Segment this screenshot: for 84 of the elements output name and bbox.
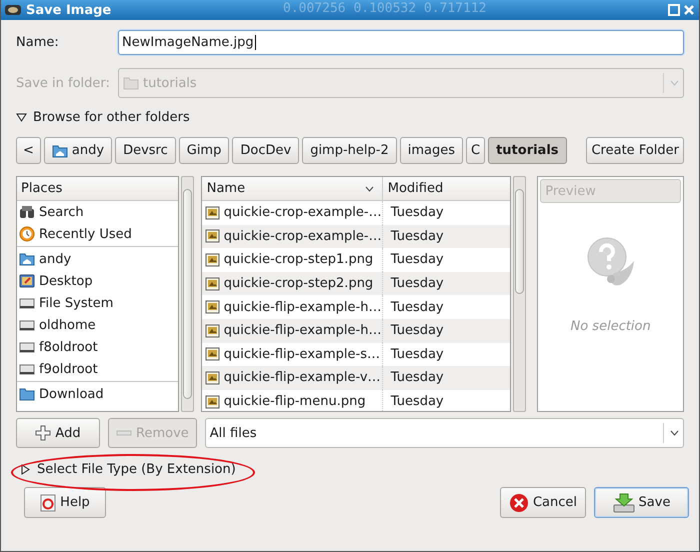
places-item[interactable]: andy	[17, 248, 178, 270]
binoculars-icon	[19, 205, 35, 219]
places-item[interactable]: Search	[17, 201, 178, 223]
places-item[interactable]: Recently Used	[17, 223, 178, 245]
scrollbar[interactable]	[513, 176, 526, 412]
file-name[interactable]: quickie-flip-example-h…	[224, 323, 382, 338]
image-file-icon	[204, 370, 220, 385]
help-button[interactable]: Help	[24, 487, 106, 518]
places-item[interactable]: f8oldroot	[17, 336, 178, 358]
scrollbar[interactable]	[180, 176, 194, 412]
save-button[interactable]: Save	[594, 487, 689, 518]
plus-icon	[35, 425, 52, 441]
minus-icon	[116, 430, 132, 436]
path-button[interactable]: tutorials	[488, 137, 567, 164]
background-window-text: 0.007256 0.100532 0.717112	[283, 1, 486, 16]
path-button[interactable]: andy	[44, 137, 112, 164]
window-title: Save Image	[26, 2, 112, 18]
file-name[interactable]: quickie-flip-example-s…	[224, 346, 380, 362]
file-filter-dropdown[interactable]: All files	[204, 418, 684, 448]
image-file-icon	[204, 300, 220, 314]
drive-icon	[19, 318, 35, 332]
image-file-icon	[204, 276, 220, 291]
places-item[interactable]: oldhome	[17, 314, 178, 336]
modified-cell: Tuesday	[382, 390, 444, 411]
cancel-icon	[508, 492, 529, 512]
folder-icon	[123, 76, 139, 90]
image-file-icon	[204, 252, 220, 267]
chevron-down-icon	[670, 80, 679, 86]
path-button[interactable]: Devsrc	[115, 137, 176, 164]
modified-cell: Tuesday	[382, 318, 444, 343]
desktop-icon	[19, 273, 35, 289]
modified-cell: Tuesday	[382, 224, 444, 248]
save-in-folder-label: Save in folder:	[16, 76, 111, 90]
name-field[interactable]: NewImageName.jpg	[118, 30, 684, 55]
maximize-icon[interactable]	[668, 4, 680, 16]
name-label: Name:	[16, 35, 60, 50]
places-item[interactable]: File System	[17, 292, 178, 314]
close-icon[interactable]	[683, 4, 695, 16]
save-drive-icon	[612, 492, 635, 512]
preview-header: Preview	[540, 179, 682, 203]
file-type-expander[interactable]: Select File Type (By Extension)	[20, 462, 236, 477]
file-name[interactable]: quickie-flip-example-v…	[224, 370, 381, 386]
app-icon	[5, 4, 21, 16]
path-button[interactable]: gimp-help-2	[302, 137, 397, 164]
folder-home-icon	[52, 144, 68, 158]
file-name[interactable]: quickie-crop-example-…	[224, 228, 382, 244]
places-item[interactable]: Download	[17, 383, 178, 405]
path-button[interactable]: DocDev	[232, 137, 300, 164]
add-button[interactable]: Add	[16, 418, 100, 448]
file-name[interactable]: quickie-crop-step1.png	[224, 252, 374, 268]
places-item[interactable]: Desktop	[17, 270, 178, 292]
image-file-icon	[204, 324, 220, 338]
folder-icon	[19, 387, 35, 401]
file-name[interactable]: quickie-crop-step2.png	[224, 276, 374, 292]
places-item[interactable]: f9oldroot	[17, 358, 178, 380]
modified-column-header[interactable]: Modified	[382, 177, 510, 200]
cancel-button[interactable]: Cancel	[500, 487, 586, 518]
triangle-down-icon	[16, 112, 27, 123]
path-button[interactable]: Gimp	[178, 137, 230, 164]
drive-icon	[19, 340, 35, 354]
modified-cell: Tuesday	[382, 272, 444, 296]
image-file-icon	[204, 394, 220, 409]
path-button[interactable]: images	[400, 137, 463, 164]
folder-home-icon	[19, 252, 35, 266]
file-name[interactable]: quickie-crop-example-…	[224, 205, 382, 220]
triangle-right-icon	[20, 464, 31, 475]
create-folder-button[interactable]: Create Folder	[586, 137, 684, 164]
drive-icon	[19, 362, 35, 376]
image-file-icon	[204, 347, 220, 362]
back-button[interactable]: <	[16, 137, 41, 164]
name-column-label: Name	[206, 181, 246, 196]
drive-icon	[19, 296, 35, 310]
modified-cell: Tuesday	[382, 366, 444, 390]
image-file-icon	[204, 206, 220, 220]
file-name[interactable]: quickie-flip-menu.png	[224, 394, 366, 410]
path-button[interactable]: C	[466, 137, 486, 164]
chevron-down-icon	[670, 430, 679, 436]
places-header[interactable]: Places	[17, 177, 178, 201]
help-book-icon	[40, 494, 56, 512]
browse-folders-expander[interactable]: Browse for other folders	[16, 110, 190, 125]
no-selection-text: No selection	[570, 319, 651, 334]
image-file-icon	[204, 229, 220, 244]
file-name[interactable]: quickie-flip-example-h…	[224, 300, 382, 315]
clock-icon	[19, 226, 35, 242]
